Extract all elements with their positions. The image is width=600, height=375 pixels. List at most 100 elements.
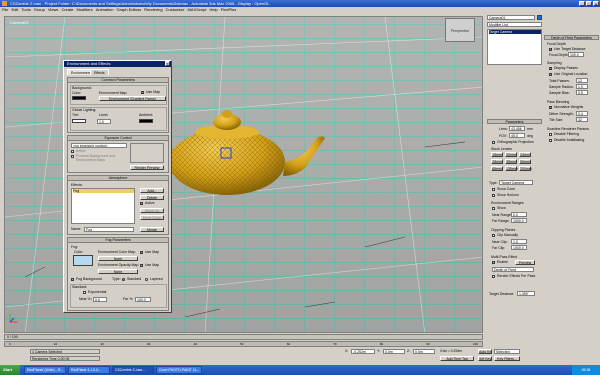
render-preview-button[interactable]: Render Preview [130, 165, 164, 170]
lens-35mm-button[interactable]: 35mm [505, 159, 517, 164]
camera-type-select[interactable]: Target Camera [499, 180, 533, 185]
use-map-checkbox[interactable] [141, 90, 144, 95]
lens-85mm-button[interactable]: 85mm [491, 166, 503, 171]
menu-maxscript[interactable]: MAXScript [188, 7, 207, 13]
dither-strength-spinner[interactable]: 0.4 [576, 111, 588, 116]
env-opacity-map-button[interactable]: None [98, 269, 138, 274]
tile-size-spinner[interactable]: 32 [576, 117, 588, 122]
use-target-distance-checkbox[interactable] [549, 47, 552, 52]
modifier-stack[interactable]: Target Camera [487, 29, 542, 65]
close-button[interactable]: ✕ [593, 1, 599, 7]
lens-spinner[interactable]: 43.456 [509, 126, 525, 131]
opacity-use-map-checkbox[interactable] [140, 263, 143, 268]
near-percent-spinner[interactable]: 0.0 [93, 297, 107, 302]
menu-file[interactable]: File [2, 7, 8, 13]
teapot-object[interactable] [155, 100, 335, 200]
rollout-header-exposure[interactable]: Exposure Control [68, 136, 168, 141]
viewcube[interactable]: Perspective [445, 18, 475, 42]
track-bar[interactable]: 0 10 20 30 40 50 60 70 80 90 100 [4, 341, 483, 347]
render-per-pass-checkbox[interactable] [492, 275, 495, 278]
dof-rollout-header[interactable]: Depth of Field Parameters [544, 35, 599, 40]
z-coord-field[interactable]: 0.0m [413, 349, 435, 354]
disable-filtering-checkbox[interactable] [549, 133, 552, 136]
level-spinner[interactable]: 1.0 [97, 119, 111, 124]
move-up-button[interactable]: Move Up [140, 208, 164, 213]
viewport-label[interactable]: Camera01 [10, 20, 29, 25]
key-selection-select[interactable]: Selected [494, 349, 520, 354]
taskbar-item-active[interactable]: CSZombie Z.max... [112, 366, 154, 374]
effects-list-item-fog[interactable]: Fog [73, 189, 134, 193]
effect-active-checkbox[interactable] [140, 201, 143, 206]
focal-depth-spinner[interactable]: 100.0 [568, 52, 584, 57]
target-distance-spinner[interactable]: 1.359' [517, 291, 535, 296]
far-clip-spinner[interactable]: 1000.0 [511, 245, 527, 250]
layered-radio[interactable] [145, 278, 148, 281]
multipass-effect-select[interactable]: Depth of Field [492, 267, 534, 272]
maximize-button[interactable]: □ [586, 1, 592, 7]
menu-views[interactable]: Views [48, 7, 59, 13]
background-color-swatch[interactable] [72, 96, 86, 100]
time-slider[interactable]: 0 / 100 [4, 334, 483, 340]
object-color-swatch[interactable] [537, 15, 542, 20]
lens-20mm-button[interactable]: 20mm [505, 152, 517, 157]
sample-radius-spinner[interactable]: 1.0 [576, 84, 588, 89]
tab-effects[interactable]: Effects [90, 69, 109, 75]
menu-help[interactable]: Help [209, 7, 217, 13]
near-range-spinner[interactable]: 0.0 [511, 212, 527, 217]
show-ranges-checkbox[interactable] [492, 207, 495, 210]
rollout-header-fog[interactable]: Fog Parameters [68, 238, 168, 243]
fog-color-swatch[interactable] [73, 255, 93, 266]
lens-28mm-button[interactable]: 28mm [491, 159, 503, 164]
clip-manually-checkbox[interactable] [492, 234, 495, 237]
effect-name-field[interactable]: Fog [84, 227, 134, 232]
disable-antialiasing-checkbox[interactable] [549, 139, 552, 142]
menu-findplus[interactable]: FindPlus [221, 7, 237, 13]
tint-color-swatch[interactable] [72, 119, 86, 123]
move-down-button[interactable]: Move Down [140, 215, 164, 220]
normalize-weights-checkbox[interactable] [549, 105, 552, 110]
taskbar-item[interactable]: RedPlanet (Write) - R... [24, 366, 66, 374]
dialog-title[interactable]: Environment and Effects [64, 61, 171, 67]
menu-create[interactable]: Create [61, 7, 73, 13]
auto-key-button[interactable]: Auto Key [478, 349, 492, 354]
menu-customize[interactable]: Customize [166, 7, 185, 13]
time-slider-frame[interactable]: 0 / 100 [7, 335, 18, 339]
color-use-map-checkbox[interactable] [140, 250, 143, 255]
parameters-rollout-header[interactable]: Parameters [487, 119, 542, 124]
object-name-field[interactable]: Camera01 [487, 15, 535, 20]
effects-list[interactable]: Fog [71, 188, 135, 224]
rollout-header-common[interactable]: Common Parameters [68, 78, 168, 83]
near-clip-spinner[interactable]: 1.0 [511, 239, 527, 244]
sample-bias-spinner[interactable]: 0.5 [576, 90, 588, 95]
modifier-stack-item[interactable]: Target Camera [489, 30, 541, 34]
taskbar-item[interactable]: Corel PHOTO-PAINT 11... [156, 366, 202, 374]
ambient-color-swatch[interactable] [139, 119, 153, 123]
lens-24mm-button[interactable]: 24mm [519, 152, 531, 157]
menu-animation[interactable]: Animation [96, 7, 114, 13]
lens-50mm-button[interactable]: 50mm [519, 159, 531, 164]
standard-radio[interactable] [122, 277, 125, 282]
exponential-checkbox[interactable] [83, 291, 86, 294]
add-effect-button[interactable]: Add... [140, 188, 164, 193]
key-filters-button[interactable]: Key Filters... [494, 356, 520, 361]
menu-graph-editors[interactable]: Graph Editors [116, 7, 141, 13]
process-bg-checkbox[interactable] [71, 155, 74, 158]
far-percent-spinner[interactable]: 100.0 [135, 297, 151, 302]
orthographic-checkbox[interactable] [492, 141, 495, 144]
exposure-control-select[interactable]: <no exposure control> [71, 143, 127, 148]
exposure-active-checkbox[interactable] [71, 150, 74, 153]
lens-135mm-button[interactable]: 135mm [505, 166, 518, 171]
display-passes-checkbox[interactable] [549, 66, 552, 71]
y-coord-field[interactable]: 0.0m [383, 349, 405, 354]
far-range-spinner[interactable]: 1000.0 [511, 218, 527, 223]
taskbar-item[interactable]: RedPlane 4.1.0.0... [68, 366, 110, 374]
set-key-button[interactable]: Set Key [478, 356, 492, 361]
lens-15mm-button[interactable]: 15mm [491, 152, 503, 157]
modifier-list-select[interactable]: Modifier List [487, 22, 542, 27]
menu-edit[interactable]: Edit [11, 7, 18, 13]
add-time-tag-button[interactable]: Add Time Tag [440, 356, 474, 361]
merge-button[interactable]: Merge [140, 227, 164, 232]
use-original-location-checkbox[interactable] [549, 72, 552, 77]
enable-checkbox[interactable] [492, 260, 495, 265]
show-cone-checkbox[interactable] [492, 188, 495, 191]
